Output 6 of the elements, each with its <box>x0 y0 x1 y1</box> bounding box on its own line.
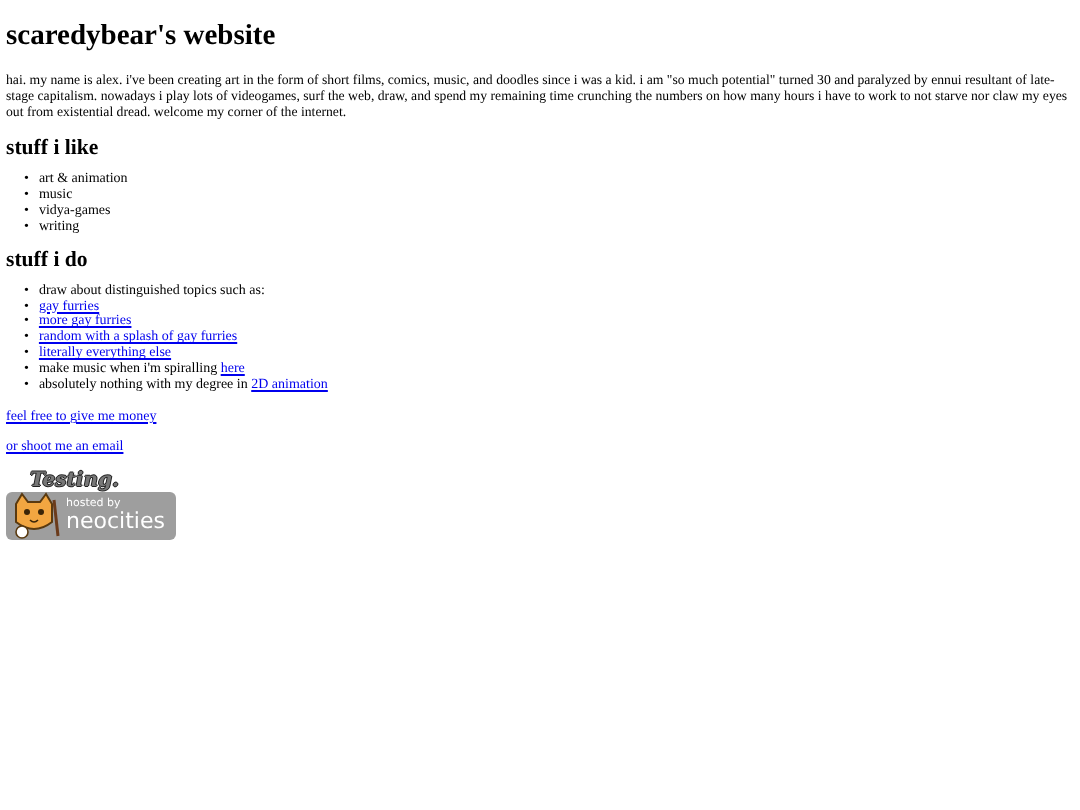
section-heading: stuff i like <box>6 136 99 160</box>
testing-caption: Testing. <box>30 469 119 492</box>
badge-name: neocities <box>66 510 165 533</box>
page-title: scaredybear's website <box>6 20 276 54</box>
cat-mascot-icon <box>10 491 62 540</box>
section-heading: stuff i do <box>6 247 88 272</box>
